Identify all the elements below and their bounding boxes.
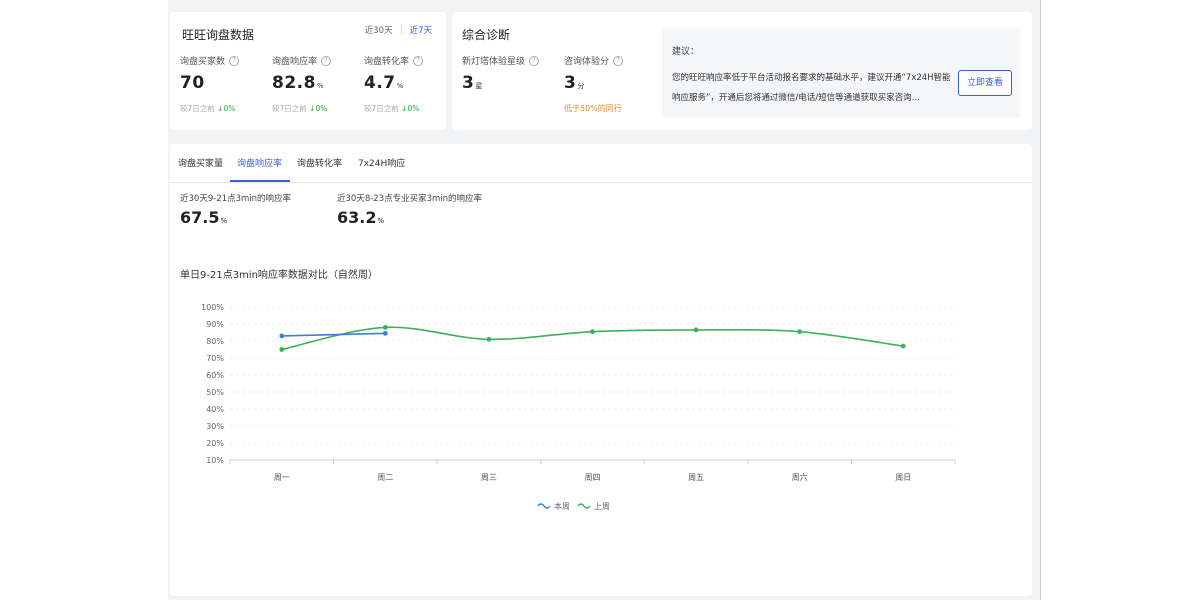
data-point [693,327,699,333]
legend-label: 本周 [554,501,570,511]
response-chart-card: 询盘买家量 询盘响应率 询盘转化率 7x24H响应 近30天9-21点3min的… [170,144,1032,596]
stat-unit: % [220,217,228,225]
tab-response-rate[interactable]: 询盘响应率 [237,156,282,169]
range-toggle: 近30天 近7天 [365,24,432,36]
y-tick-label: 10% [206,456,224,465]
data-point [590,329,595,335]
range-30-days[interactable]: 近30天 [365,24,393,36]
data-point [382,325,388,330]
metric-unit: 星 [475,82,483,90]
metric-unit: 分 [577,82,585,90]
metric-label: 询盘买家数 [180,57,226,67]
y-tick-label: 70% [206,354,224,363]
data-point [900,343,906,349]
chart-title: 单日9-21点3min响应率数据对比（自然周） [180,270,378,281]
metric-value: 70 [180,73,205,93]
legend-swatch [577,503,591,509]
help-icon[interactable]: ? [321,55,332,66]
inquiry-data-card: 旺旺询盘数据 近30天 近7天 询盘买家数? 70 较7日之前 ↓0% 询盘响应… [170,12,446,130]
compare-value: ↓0% [401,104,420,113]
view-now-button[interactable]: 立即查看 [958,70,1012,96]
stat-unit: % [377,217,385,225]
metric-consult-score: 咨询体验分? 3分 低于50%的同行 [564,54,624,114]
y-tick-label: 50% [206,388,224,397]
x-tick-label: 周四 [585,473,601,482]
y-tick-label: 30% [206,422,224,431]
diagnosis-card: 综合诊断 新灯塔体验星级? 3星 咨询体验分? 3分 低于50%的同行 建议： … [452,12,1032,130]
legend-swatch [537,503,551,509]
y-tick-label: 90% [206,320,224,329]
stat-30d-response: 近30天9-21点3min的响应率 67.5% [180,192,291,227]
help-icon[interactable]: ? [613,55,624,66]
compare-value: ↓0% [217,104,236,113]
metric-unit: % [396,82,404,90]
y-tick-label: 40% [206,405,224,414]
metric-value: 82.8 [272,73,316,93]
legend-label: 上周 [594,502,610,511]
y-tick-label: 20% [206,439,224,448]
range-7-days[interactable]: 近7天 [410,24,432,36]
y-tick-label: 60% [206,371,224,380]
metric-value: 3 [462,73,475,93]
metric-conversion-rate: 询盘转化率? 4.7% 较7日之前 ↓0% [364,54,424,114]
metric-label: 新灯塔体验星级 [462,57,526,67]
data-point [486,336,492,342]
tab-inquiry-buyers[interactable]: 询盘买家量 [178,156,223,169]
metric-unit: % [316,82,325,90]
window-edge [1040,0,1041,600]
compare-text: 较7日之前 [364,104,399,113]
advice-text: 您的旺旺响应率低于平台活动报名要求的基础水平，建议开通“7x24H智能响应服务”… [672,73,951,103]
active-tab-indicator [230,180,290,182]
x-tick-label: 周五 [688,473,704,482]
x-tick-label: 周一 [274,473,290,482]
x-tick-label: 周六 [792,472,808,482]
x-tick-label: 周二 [377,473,393,482]
data-point [382,330,388,336]
advice-box: 建议： 您的旺旺响应率低于平台活动报名要求的基础水平，建议开通“7x24H智能响… [662,28,1020,118]
range-divider [400,25,402,35]
stat-30d-pro-buyer-response: 近30天8-23点专业买家3min的响应率 63.2% [337,192,482,227]
y-tick-label: 100% [201,303,224,312]
stat-label: 近30天9-21点3min的响应率 [180,194,292,204]
compare-text: 较7日之前 [272,104,307,113]
diagnosis-card-title: 综合诊断 [462,28,511,42]
inquiry-card-title: 旺旺询盘数据 [182,28,255,42]
data-point [279,347,285,352]
tab-7x24h-response[interactable]: 7x24H响应 [358,156,405,169]
stat-label: 近30天8-23点专业买家3min的响应率 [337,194,483,204]
y-tick-label: 80% [206,337,224,346]
compare-text: 较7日之前 [180,104,215,113]
advice-title: 建议： [672,47,700,57]
metric-response-rate: 询盘响应率? 82.8% 较7日之前 ↓0% [272,54,332,114]
metric-value: 4.7 [364,73,396,93]
metric-label: 咨询体验分 [564,57,610,67]
x-tick-label: 周日 [895,473,911,482]
stat-value: 63.2 [337,208,377,227]
data-point [797,329,803,335]
metric-label: 询盘响应率 [272,57,318,67]
help-icon[interactable]: ? [529,55,540,66]
warning-text: 低于50%的同行 [564,104,622,113]
stat-value: 67.5 [180,208,220,227]
metric-label: 询盘转化率 [364,57,410,67]
metric-star-level: 新灯塔体验星级? 3星 [462,54,540,93]
metric-value: 3 [564,73,577,93]
help-icon[interactable]: ? [413,55,424,66]
tab-bar: 询盘买家量 询盘响应率 询盘转化率 7x24H响应 [170,144,1032,183]
metric-inquiry-buyers: 询盘买家数? 70 较7日之前 ↓0% [180,54,240,114]
data-point [279,333,285,339]
help-icon[interactable]: ? [229,55,240,66]
response-rate-line-chart: 10% 20% 30% 40% 50% 60% 70% 80% 90% 100% 周一 周二 周三 周四 周… [201,303,956,511]
x-tick-label: 周三 [481,473,497,482]
tab-conversion-rate[interactable]: 询盘转化率 [297,156,342,169]
compare-value: ↓0% [309,104,328,113]
